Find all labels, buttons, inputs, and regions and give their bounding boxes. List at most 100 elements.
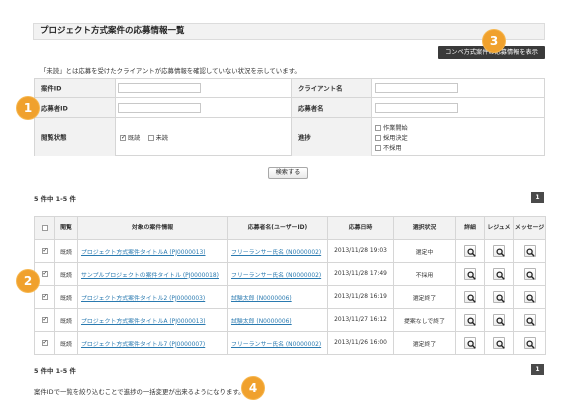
progress-label: 進捗 xyxy=(298,133,311,142)
row-select-checkbox[interactable] xyxy=(41,270,48,278)
row-applicant-link[interactable]: 試験太郎 (N0000006) xyxy=(231,319,292,325)
detail-search-icon[interactable] xyxy=(464,291,476,303)
message-search-icon[interactable] xyxy=(523,245,536,257)
detail-search-icon[interactable] xyxy=(464,268,476,280)
resume-search-icon[interactable] xyxy=(493,337,505,349)
row-read-status: 既読 xyxy=(54,308,78,332)
search-form: 案件ID クライアント名 応募者ID 応募者名 閲覧状態 既読 未読 xyxy=(34,78,545,156)
progress-option-rejected: 不採用 xyxy=(375,143,407,152)
row-status: 選定終了 xyxy=(393,331,456,355)
progress-rejected-label: 不採用 xyxy=(383,145,402,152)
row-date: 2013/11/28 19:03 xyxy=(327,239,394,263)
applicant-name-input[interactable] xyxy=(375,103,458,113)
marker-4: 4 xyxy=(242,377,264,399)
result-count-top: 5 件中 1-5 件 xyxy=(34,195,76,203)
table-row: 既読プロジェクト方式案件タイトルA (PJ0000013) 試験太郎 (N0000… xyxy=(34,308,546,332)
status-unread-checkbox[interactable] xyxy=(147,134,154,141)
row-date: 2013/11/27 16:12 xyxy=(327,308,394,332)
table-header-row: 閲覧 対象の案件情報 応募者名(ユーザーID) 応募日時 選択状況 詳細 レジュ… xyxy=(34,216,546,240)
row-applicant-link[interactable]: フリーランサー氏名 (N0000002) xyxy=(231,273,321,279)
row-select-checkbox[interactable] xyxy=(41,247,48,255)
header-project: 対象の案件情報 xyxy=(77,216,228,240)
row-status: 提案なしで終了 xyxy=(393,308,456,332)
marker-3: 3 xyxy=(483,30,505,52)
search-row-applicant: 応募者ID 応募者名 xyxy=(35,98,544,118)
search-row-status: 閲覧状態 既読 未読 進捗 作業開始 採用決定 不採用 xyxy=(35,118,544,156)
pagination-page-bottom[interactable]: 1 xyxy=(531,364,544,375)
applicant-id-label: 応募者ID xyxy=(41,104,68,112)
status-read-checkbox[interactable] xyxy=(120,134,126,142)
read-status-options: 既読 未読 xyxy=(120,133,173,142)
header-detail: 詳細 xyxy=(455,216,485,240)
row-applicant-link[interactable]: 試験太郎 (N0000006) xyxy=(231,296,292,302)
bulk-change-note: 案件IDで一覧を絞り込むことで進捗の一括変更が出来るようになります。 xyxy=(34,388,245,396)
progress-start-label: 作業開始 xyxy=(383,125,408,132)
client-name-label: クライアント名 xyxy=(298,84,343,93)
search-row-ids: 案件ID クライアント名 xyxy=(35,79,544,98)
row-select-checkbox[interactable] xyxy=(41,339,48,347)
result-count-bottom: 5 件中 1-5 件 xyxy=(34,367,76,375)
client-name-input[interactable] xyxy=(375,83,458,93)
header-applicant: 応募者名(ユーザーID) xyxy=(227,216,328,240)
message-search-icon[interactable] xyxy=(523,268,536,280)
row-project-link[interactable]: プロジェクト方式案件タイトルA (PJ0000013) xyxy=(81,250,206,256)
row-date: 2013/11/28 16:19 xyxy=(327,285,394,309)
row-select-checkbox[interactable] xyxy=(41,293,48,301)
applications-table: 閲覧 対象の案件情報 応募者名(ユーザーID) 応募日時 選択状況 詳細 レジュ… xyxy=(34,216,546,355)
resume-search-icon[interactable] xyxy=(493,291,505,303)
row-project-link[interactable]: プロジェクト方式案件タイトルA (PJ0000013) xyxy=(81,319,206,325)
progress-start-checkbox[interactable] xyxy=(375,124,381,131)
search-button[interactable]: 検索する xyxy=(268,167,308,179)
header-select-all xyxy=(34,216,55,240)
progress-option-start: 作業開始 xyxy=(375,123,413,132)
applicant-name-label: 応募者名 xyxy=(298,104,324,112)
header-message: メッセージ xyxy=(513,216,546,240)
marker-1: 1 xyxy=(17,97,39,119)
row-read-status: 既読 xyxy=(54,262,78,286)
read-status-label: 閲覧状態 xyxy=(41,133,67,142)
row-status: 不採用 xyxy=(393,262,456,286)
progress-rejected-checkbox[interactable] xyxy=(375,144,381,151)
row-select-checkbox[interactable] xyxy=(41,316,48,324)
message-search-icon[interactable] xyxy=(523,337,536,349)
message-search-icon[interactable] xyxy=(523,291,536,303)
detail-search-icon[interactable] xyxy=(464,337,476,349)
status-unread-label: 未読 xyxy=(155,135,168,142)
header-status: 選択状況 xyxy=(393,216,456,240)
message-search-icon[interactable] xyxy=(523,314,536,326)
header-read: 閲覧 xyxy=(54,216,78,240)
row-status: 選定終了 xyxy=(393,285,456,309)
row-applicant-link[interactable]: フリーランサー氏名 (N0000002) xyxy=(231,342,321,348)
select-all-checkbox[interactable] xyxy=(41,224,48,231)
table-body: 既読プロジェクト方式案件タイトルA (PJ0000013)フリーランサー氏名 (… xyxy=(34,239,546,355)
detail-search-icon[interactable] xyxy=(464,245,476,257)
row-project-link[interactable]: プロジェクト方式案件タイトル2 (PJ0000003) xyxy=(81,296,205,302)
status-read-label: 既読 xyxy=(128,135,141,142)
table-row: 既読プロジェクト方式案件タイトルA (PJ0000013) フリーランサー氏名 (… xyxy=(34,239,546,263)
row-date: 2013/11/26 16:00 xyxy=(327,331,394,355)
header-resume: レジュメ xyxy=(484,216,514,240)
row-read-status: 既読 xyxy=(54,239,78,263)
detail-search-icon[interactable] xyxy=(464,314,476,326)
progress-option-hired: 採用決定 xyxy=(375,133,413,142)
progress-hired-label: 採用決定 xyxy=(383,135,408,142)
resume-search-icon[interactable] xyxy=(493,245,505,257)
row-applicant-link[interactable]: フリーランサー氏名 (N0000002) xyxy=(231,250,321,256)
resume-search-icon[interactable] xyxy=(493,314,505,326)
row-project-link[interactable]: サンプルプロジェクトの案件タイトル (PJ0000018) xyxy=(81,273,219,279)
row-read-status: 既読 xyxy=(54,285,78,309)
progress-hired-checkbox[interactable] xyxy=(375,134,381,141)
marker-2: 2 xyxy=(17,270,39,292)
table-row: 既読サンプルプロジェクトの案件タイトル (PJ0000018) フリーランサー氏名… xyxy=(34,262,546,286)
header-date: 応募日時 xyxy=(327,216,394,240)
row-read-status: 既読 xyxy=(54,331,78,355)
table-row: 既読プロジェクト方式案件タイトル7 (PJ0000007) フリーランサー氏名 (… xyxy=(34,331,546,355)
applicant-id-input[interactable] xyxy=(118,103,201,113)
row-project-link[interactable]: プロジェクト方式案件タイトル7 (PJ0000007) xyxy=(81,342,205,348)
row-date: 2013/11/28 17:49 xyxy=(327,262,394,286)
project-id-input[interactable] xyxy=(118,83,201,93)
page-title: プロジェクト方式案件の応募情報一覧 xyxy=(33,23,545,40)
resume-search-icon[interactable] xyxy=(493,268,505,280)
pagination-page-top[interactable]: 1 xyxy=(531,192,544,203)
project-id-label: 案件ID xyxy=(41,84,62,93)
